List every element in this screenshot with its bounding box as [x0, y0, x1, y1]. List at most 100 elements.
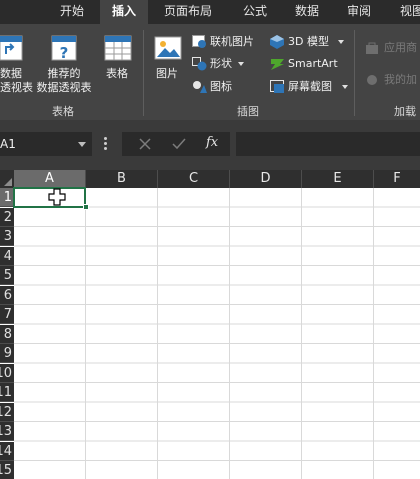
ribbon-insert: 数据 透视表 ? 推荐的 数据透视表 表格 表格 图片 联机图片 形状 图标 3…	[0, 24, 420, 120]
enter-check-icon[interactable]	[164, 132, 194, 156]
3d-models-button[interactable]: 3D 模型	[270, 32, 344, 52]
row-header-8[interactable]: 8	[0, 324, 14, 344]
row-number: 3	[3, 229, 12, 244]
worksheet-grid[interactable]	[14, 188, 420, 479]
column-header-b[interactable]: B	[86, 170, 158, 188]
picture-icon	[154, 36, 182, 60]
column-header-a[interactable]: A	[14, 170, 86, 188]
tab-data[interactable]: 数据	[295, 0, 319, 24]
screenshot-label: 屏幕截图	[288, 80, 332, 93]
name-box-dropdown-icon[interactable]	[78, 142, 86, 147]
row-number: 13	[0, 424, 12, 439]
get-addins-button[interactable]: 应用商	[366, 38, 420, 58]
row-number: 10	[0, 365, 12, 381]
tab-review[interactable]: 审阅	[347, 0, 371, 24]
insert-function-button[interactable]: fx	[206, 135, 218, 150]
table-button[interactable]: 表格	[100, 67, 134, 81]
screenshot-button[interactable]: 屏幕截图	[270, 77, 348, 97]
recommended-pivot-label: 推荐的 数据透视表	[36, 67, 92, 94]
get-addins-label: 应用商	[384, 41, 417, 54]
row-header-13[interactable]: 13	[0, 422, 14, 441]
row-header-4[interactable]: 4	[0, 246, 14, 266]
tab-home[interactable]: 开始	[60, 0, 84, 24]
pivot-table-button[interactable]: 数据 透视表	[0, 67, 33, 95]
select-all-button[interactable]	[0, 170, 14, 188]
pivot-table-icon	[0, 35, 23, 61]
row-header-11[interactable]: 11	[0, 383, 14, 402]
tab-file[interactable]	[0, 0, 20, 24]
row-number: 7	[3, 307, 12, 322]
recommended-pivot-button[interactable]: 推荐的 数据透视表	[32, 67, 96, 95]
smartart-button[interactable]: SmartArt	[270, 54, 344, 74]
name-box-value: A1	[0, 137, 16, 151]
table-label: 表格	[106, 67, 128, 80]
row-header-15[interactable]: 15	[0, 461, 14, 479]
row-header-3[interactable]: 3	[0, 227, 14, 246]
3d-models-dropdown-caret	[338, 40, 344, 44]
tab-formulas[interactable]: 公式	[243, 0, 267, 24]
column-header-f[interactable]: F	[374, 170, 420, 188]
column-header-d[interactable]: D	[230, 170, 302, 188]
icons-label: 图标	[210, 80, 232, 93]
fill-handle[interactable]	[83, 204, 89, 210]
row-header-9[interactable]: 9	[0, 344, 14, 363]
svg-text:?: ?	[60, 44, 69, 62]
picture-button[interactable]: 图片	[152, 67, 182, 81]
screenshot-icon	[270, 80, 284, 93]
row-header-14[interactable]: 14	[0, 441, 14, 461]
row-number: 15	[0, 463, 12, 478]
row-header-10[interactable]: 10	[0, 363, 14, 383]
ribbon-tab-bar: 开始 插入 页面布局 公式 数据 审阅 视图	[0, 0, 420, 24]
my-addins-label: 我的加	[384, 73, 417, 86]
column-header-e[interactable]: E	[302, 170, 374, 188]
group-separator	[143, 30, 144, 116]
shapes-dropdown-caret	[238, 62, 244, 66]
table-icon	[104, 35, 132, 61]
row-number: 2	[3, 209, 12, 225]
row-number: 14	[0, 443, 12, 459]
shapes-label: 形状	[210, 57, 232, 70]
online-pictures-label: 联机图片	[210, 35, 254, 48]
shapes-button[interactable]: 形状	[192, 54, 248, 74]
cancel-icon[interactable]	[130, 132, 160, 156]
store-icon	[366, 42, 378, 54]
row-header-6[interactable]: 6	[0, 285, 14, 305]
addins-group-label: 加载	[394, 105, 416, 118]
select-cursor-icon	[48, 188, 66, 206]
row-header-2[interactable]: 2	[0, 207, 14, 227]
pivot-table-label: 数据 透视表	[0, 67, 33, 94]
my-addins-icon	[367, 75, 377, 85]
row-header-12[interactable]: 12	[0, 402, 14, 422]
column-header-c[interactable]: C	[158, 170, 230, 188]
row-header-5[interactable]: 5	[0, 266, 14, 285]
select-all-triangle-icon	[4, 178, 12, 186]
illustrations-group-label: 插图	[237, 105, 259, 118]
row-number: 6	[3, 287, 12, 303]
row-number: 9	[3, 346, 12, 361]
row-number: 1	[3, 190, 12, 205]
picture-label: 图片	[156, 67, 178, 80]
tab-view[interactable]: 视图	[400, 0, 420, 24]
tab-page-layout[interactable]: 页面布局	[164, 0, 212, 24]
tables-group-label: 表格	[52, 105, 74, 118]
online-pictures-icon	[192, 35, 206, 48]
row-number: 8	[3, 326, 12, 342]
row-number: 4	[3, 248, 12, 264]
row-header-7[interactable]: 7	[0, 305, 14, 324]
excel-window: 开始 插入 页面布局 公式 数据 审阅 视图 数据 透视表 ? 推荐的 数据透视…	[0, 0, 420, 479]
row-number: 12	[0, 404, 12, 420]
group-separator	[354, 30, 355, 116]
icons-gallery-icon	[193, 81, 207, 93]
smartart-label: SmartArt	[288, 57, 338, 70]
more-options-icon[interactable]	[104, 137, 107, 151]
row-header-1[interactable]: 1	[0, 188, 14, 207]
shapes-icon	[192, 57, 207, 71]
formula-input[interactable]	[236, 132, 420, 156]
row-number: 11	[0, 385, 12, 400]
my-addins-button[interactable]: 我的加	[366, 70, 420, 90]
tab-insert[interactable]: 插入	[100, 0, 148, 24]
icons-button[interactable]: 图标	[192, 77, 242, 97]
3d-cube-icon	[270, 35, 284, 49]
smartart-icon	[271, 59, 284, 70]
online-pictures-button[interactable]: 联机图片	[192, 32, 264, 52]
